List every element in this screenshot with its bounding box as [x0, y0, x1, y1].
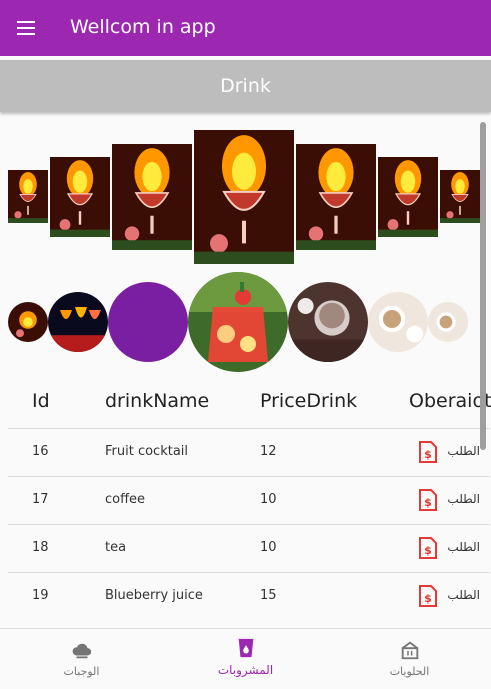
svg-text:$: $ [424, 496, 432, 509]
nav-item-meals[interactable]: الوجبات [0, 629, 163, 689]
cell-id: 18 [32, 540, 49, 555]
nav-item-desserts[interactable]: الحلويات [328, 629, 491, 689]
drink-image-carousel[interactable] [0, 125, 491, 270]
cell-price: 10 [260, 492, 277, 507]
table-row: 19 Blueberry juice 15 $ الطلب [8, 572, 490, 621]
svg-text:$: $ [424, 592, 432, 605]
carousel-card[interactable] [440, 170, 480, 223]
carousel-card-active[interactable] [194, 130, 294, 264]
cell-drink-name: Fruit cocktail [105, 444, 189, 459]
app-title: Wellcom in app [70, 16, 216, 38]
invoice-icon[interactable]: $ [418, 441, 438, 463]
cell-drink-name: tea [105, 540, 127, 555]
carousel-card[interactable] [296, 144, 376, 250]
circle-thumb[interactable] [368, 292, 428, 352]
table-row: 16 Fruit cocktail 12 $ الطلب [8, 428, 490, 477]
carousel-card[interactable] [50, 157, 110, 237]
cell-id: 16 [32, 444, 49, 459]
circle-thumb-active[interactable] [188, 272, 288, 372]
circle-thumb[interactable] [48, 292, 108, 352]
cell-id: 17 [32, 492, 49, 507]
app-bar: Wellcom in app [0, 0, 491, 56]
menu-icon[interactable] [14, 16, 38, 40]
table-row: 18 tea 10 $ الطلب [8, 524, 490, 573]
order-button[interactable]: الطلب [447, 540, 480, 554]
header-id: Id [32, 390, 50, 412]
scrollbar[interactable] [480, 122, 486, 450]
section-title: Drink [0, 60, 491, 112]
svg-text:$: $ [424, 448, 432, 461]
invoice-icon[interactable]: $ [418, 537, 438, 559]
table-row: 17 coffee 10 $ الطلب [8, 476, 490, 525]
order-button[interactable]: الطلب [447, 444, 480, 458]
cell-drink-name: Blueberry juice [105, 588, 203, 603]
table-header: Id drinkName PriceDrink Oberaiotn [0, 378, 491, 428]
drink-circle-carousel[interactable] [0, 270, 491, 374]
cell-price: 12 [260, 444, 277, 459]
nav-label: الحلويات [389, 665, 430, 678]
cell-id: 19 [32, 588, 49, 603]
cell-price: 10 [260, 540, 277, 555]
header-drink-name: drinkName [105, 390, 210, 412]
invoice-icon[interactable]: $ [418, 489, 438, 511]
cup-icon [238, 638, 253, 658]
cake-icon [401, 641, 418, 660]
circle-thumb[interactable] [8, 302, 48, 342]
header-price: PriceDrink [260, 390, 358, 412]
nav-label: الوجبات [63, 665, 100, 678]
cell-drink-name: coffee [105, 492, 146, 507]
invoice-icon[interactable]: $ [418, 585, 438, 607]
carousel-card[interactable] [112, 144, 192, 250]
bottom-navigation: الوجبات المشروبات الحلويات [0, 628, 491, 689]
svg-text:$: $ [424, 544, 432, 557]
nav-item-drinks[interactable]: المشروبات [164, 629, 327, 689]
order-button[interactable]: الطلب [447, 588, 480, 602]
header-operation: Oberaiotn [409, 390, 491, 412]
circle-thumb[interactable] [428, 302, 468, 342]
nav-label: المشروبات [217, 663, 274, 677]
order-button[interactable]: الطلب [447, 492, 480, 506]
cell-price: 15 [260, 588, 277, 603]
carousel-card[interactable] [378, 157, 438, 237]
circle-thumb[interactable] [108, 282, 188, 362]
cloud-icon [72, 643, 91, 659]
carousel-card[interactable] [8, 170, 48, 223]
circle-thumb[interactable] [288, 282, 368, 362]
